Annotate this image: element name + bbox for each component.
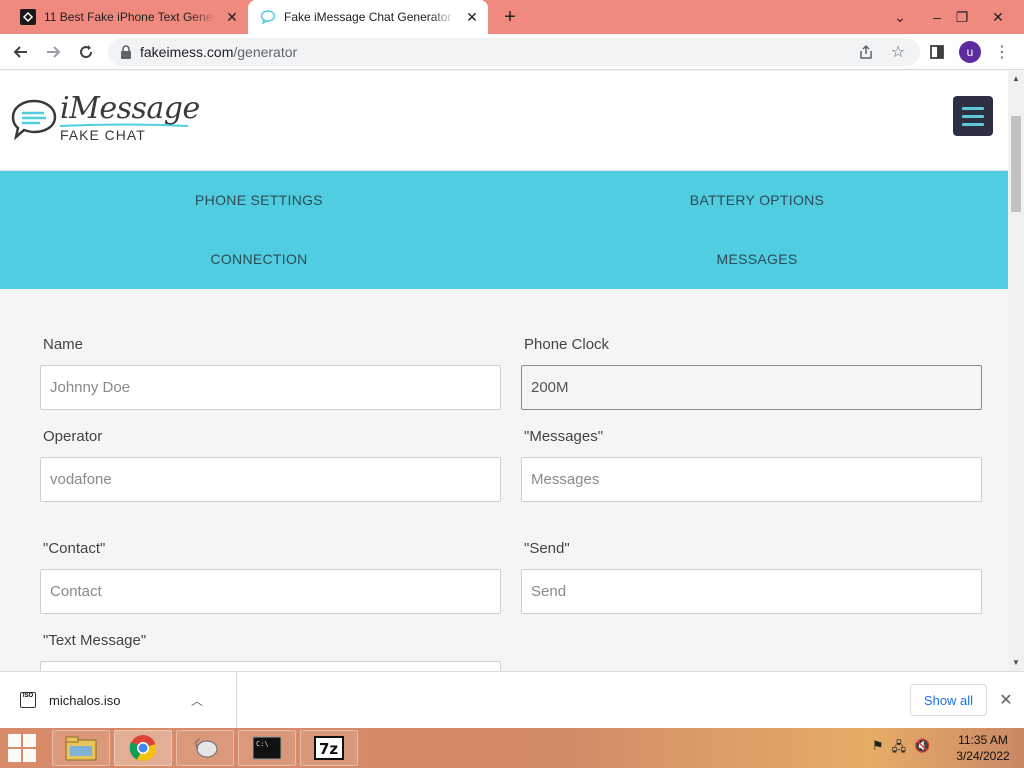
restore-window-icon[interactable]: ❐ — [946, 0, 978, 34]
nav-battery-options[interactable]: BATTERY OPTIONS — [607, 192, 907, 208]
network-icon[interactable]: 🖧 — [892, 738, 907, 760]
url-text: fakeimess.com/generator — [140, 44, 298, 60]
7zip-taskbar-icon[interactable]: 7z — [300, 730, 358, 766]
contact-input[interactable] — [40, 569, 501, 614]
page-scrollbar[interactable]: ▲ ▼ — [1008, 71, 1024, 671]
messages-label: "Messages" — [524, 428, 604, 445]
settings-nav: PHONE SETTINGS BATTERY OPTIONS CONNECTIO… — [0, 171, 1008, 289]
close-window-icon[interactable]: ✕ — [982, 0, 1014, 34]
windows-taskbar: C:\ 7z ⚑ 🖧 🔇 11:35 AM 3/24/2022 — [0, 728, 1024, 768]
nav-phone-settings[interactable]: PHONE SETTINGS — [109, 192, 409, 208]
chat-bubble-favicon-icon — [260, 10, 276, 25]
contact-label: "Contact" — [43, 540, 106, 557]
nav-connection[interactable]: CONNECTION — [109, 251, 409, 267]
show-all-downloads-button[interactable]: Show all — [910, 684, 987, 716]
system-clock[interactable]: 11:35 AM 3/24/2022 — [948, 732, 1018, 764]
side-panel-icon[interactable] — [925, 40, 949, 64]
command-prompt-taskbar-icon[interactable]: C:\ — [238, 730, 296, 766]
name-label: Name — [43, 336, 84, 353]
bookmark-star-icon[interactable]: ☆ — [886, 40, 910, 64]
page-viewport: iMessage FAKE CHAT PHONE SETTINGS BATTER… — [0, 71, 1008, 671]
download-item[interactable]: ISO michalos.iso ︿ — [0, 672, 237, 728]
chrome-taskbar-icon[interactable] — [114, 730, 172, 766]
download-shelf: ISO michalos.iso ︿ Show all ✕ — [0, 671, 1024, 728]
generator-form: Name Phone Clock Operator "Messages" "Co… — [0, 289, 1008, 671]
tab-title: Fake iMessage Chat Generator | Fake — [284, 10, 456, 24]
action-center-flag-icon[interactable]: ⚑ — [872, 738, 884, 760]
operator-label: Operator — [43, 428, 103, 445]
tab-search-chevron-icon[interactable]: ⌄ — [884, 0, 916, 34]
tab-fake-imessage-generator[interactable]: Fake iMessage Chat Generator | Fake ✕ — [248, 0, 488, 34]
send-label: "Send" — [524, 540, 570, 557]
scroll-down-arrow-icon[interactable]: ▼ — [1008, 655, 1024, 669]
share-icon[interactable] — [854, 40, 878, 64]
close-tab-icon[interactable]: ✕ — [224, 9, 240, 25]
hamburger-menu-button[interactable] — [953, 96, 993, 136]
scroll-thumb[interactable] — [1011, 116, 1021, 212]
kebab-menu-icon[interactable]: ⋮ — [990, 40, 1014, 64]
system-tray: ⚑ 🖧 🔇 — [872, 738, 930, 760]
mouse-app-taskbar-icon[interactable] — [176, 730, 234, 766]
reload-icon[interactable] — [74, 40, 98, 64]
operator-input[interactable] — [40, 457, 501, 502]
site-logo[interactable]: iMessage FAKE CHAT — [10, 91, 210, 151]
text-message-label: "Text Message" — [43, 632, 147, 649]
site-header: iMessage FAKE CHAT — [0, 71, 1008, 171]
phone-clock-label: Phone Clock — [524, 336, 610, 353]
file-icon: ISO — [20, 692, 36, 708]
browser-toolbar: fakeimess.com/generator ☆ u ⋮ — [0, 34, 1024, 70]
forward-arrow-icon[interactable] — [41, 40, 65, 64]
name-input[interactable] — [40, 365, 501, 410]
clock-time: 11:35 AM — [958, 733, 1008, 747]
messages-input[interactable] — [521, 457, 982, 502]
windows-start-button[interactable] — [8, 734, 38, 762]
new-tab-button[interactable]: + — [498, 5, 522, 29]
logo-wordmark: iMessage — [60, 91, 200, 126]
file-explorer-taskbar-icon[interactable] — [52, 730, 110, 766]
address-bar[interactable]: fakeimess.com/generator — [108, 38, 920, 66]
speech-bubble-logo-icon — [11, 99, 57, 141]
site-favicon-icon — [20, 9, 36, 25]
lock-icon — [121, 45, 131, 59]
close-tab-icon[interactable]: ✕ — [464, 9, 480, 25]
chevron-up-icon[interactable]: ︿ — [191, 692, 203, 709]
close-download-bar-icon[interactable]: ✕ — [996, 690, 1016, 710]
svg-text:C:\: C:\ — [256, 740, 269, 748]
clock-date: 3/24/2022 — [956, 749, 1010, 763]
download-file-name: michalos.iso — [49, 692, 121, 708]
nav-messages[interactable]: MESSAGES — [607, 251, 907, 267]
scroll-up-arrow-icon[interactable]: ▲ — [1008, 71, 1024, 85]
text-message-input[interactable] — [40, 661, 501, 671]
back-arrow-icon[interactable] — [9, 40, 33, 64]
volume-muted-icon[interactable]: 🔇 — [914, 738, 930, 760]
phone-clock-input[interactable] — [521, 365, 982, 410]
logo-subtitle: FAKE CHAT — [60, 127, 146, 143]
tab-title: 11 Best Fake iPhone Text Generators — [44, 10, 216, 24]
tab-fake-iphone-generators[interactable]: 11 Best Fake iPhone Text Generators ✕ — [8, 0, 248, 34]
browser-tab-strip: 11 Best Fake iPhone Text Generators ✕ Fa… — [0, 0, 1024, 34]
send-input[interactable] — [521, 569, 982, 614]
svg-text:7z: 7z — [319, 740, 338, 758]
profile-avatar[interactable]: u — [959, 41, 981, 63]
